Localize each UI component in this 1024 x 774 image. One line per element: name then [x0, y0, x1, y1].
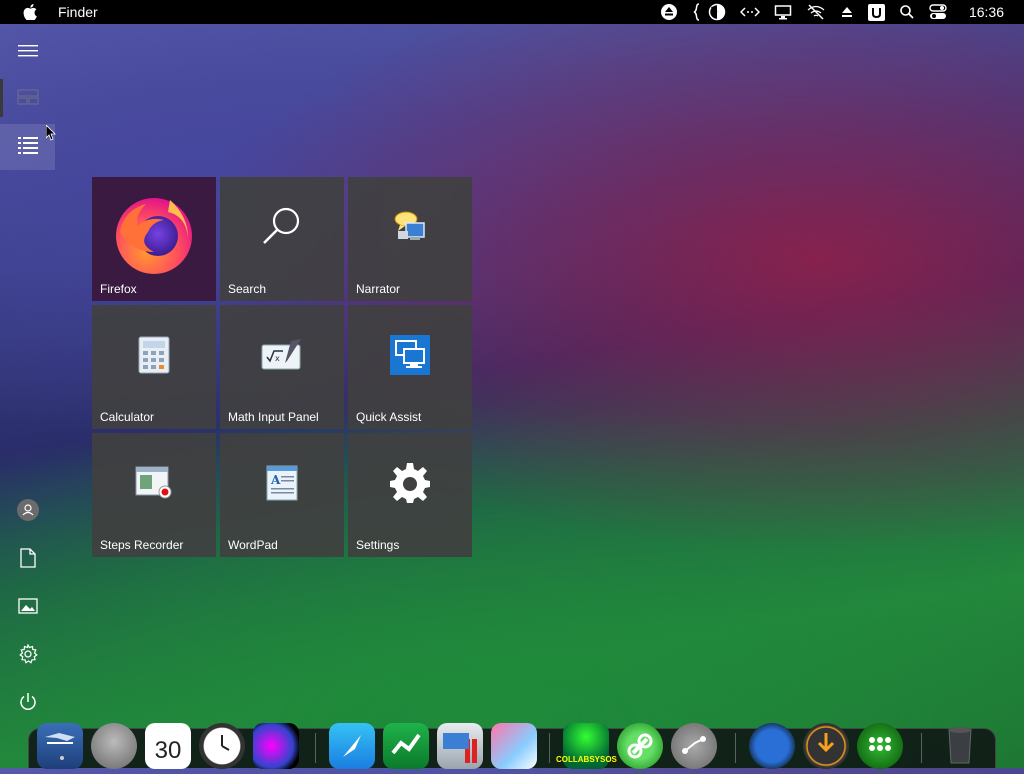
gear-icon — [348, 433, 472, 533]
tile-math-input-panel[interactable]: x Math Input Panel — [220, 305, 344, 429]
display-icon[interactable] — [774, 0, 792, 24]
u-icon[interactable] — [867, 0, 885, 24]
www-icon[interactable] — [749, 723, 795, 769]
clock-icon[interactable] — [199, 723, 245, 769]
tile-label: Firefox — [100, 282, 137, 296]
trash-icon[interactable] — [937, 723, 983, 769]
finder-icon[interactable] — [37, 723, 83, 769]
safari-icon[interactable] — [329, 723, 375, 769]
tile-search[interactable]: Search — [220, 177, 344, 301]
tile-narrator[interactable]: Narrator — [348, 177, 472, 301]
tile-label: Settings — [356, 538, 400, 552]
tile-label: Steps Recorder — [100, 538, 184, 552]
list-view-icon — [17, 136, 38, 159]
dock-separator — [735, 733, 736, 763]
search-icon[interactable] — [899, 0, 915, 24]
tiles-view-icon — [17, 88, 39, 110]
calendar-day: 30 — [154, 737, 182, 764]
tile-quick-assist[interactable]: Quick Assist — [348, 305, 472, 429]
code-arrows-icon[interactable] — [739, 0, 760, 24]
start-menu-rail — [0, 24, 56, 728]
menu-bar: Finder 16:36 — [0, 0, 1024, 24]
tile-calculator[interactable]: Calculator — [92, 305, 216, 429]
settings-icon — [18, 642, 38, 669]
pictures-button[interactable] — [0, 585, 56, 631]
flashcards-icon[interactable] — [437, 723, 483, 769]
active-app-name[interactable]: Finder — [58, 4, 98, 20]
calendar-icon[interactable]: 30 — [145, 723, 191, 769]
photo-editor-icon[interactable] — [491, 723, 537, 769]
dock-separator — [921, 733, 922, 763]
mouse-cursor-icon — [45, 124, 56, 146]
settings-button[interactable] — [0, 633, 56, 679]
dock-separator — [549, 733, 550, 763]
documents-icon — [20, 547, 36, 573]
tile-label: Math Input Panel — [228, 410, 319, 424]
tile-label: WordPad — [228, 538, 278, 552]
svg-text:A: A — [270, 473, 281, 487]
tile-settings[interactable]: Settings — [348, 433, 472, 557]
svg-text:x: x — [275, 354, 280, 363]
user-account-button[interactable] — [0, 489, 56, 535]
running-indicator — [60, 756, 64, 760]
narrator-icon — [348, 177, 472, 277]
control-center-icon[interactable] — [929, 0, 947, 24]
downloads-icon[interactable] — [803, 723, 849, 769]
wordpad-icon: A — [220, 433, 344, 533]
collabsysos-icon[interactable]: COLLABSYSOS — [556, 723, 617, 769]
no-wifi-icon[interactable] — [806, 0, 826, 24]
stock-app-icon[interactable] — [383, 723, 429, 769]
tile-label: Quick Assist — [356, 410, 422, 424]
user-avatar-icon — [17, 498, 39, 526]
menubar-clock[interactable]: 16:36 — [969, 4, 1004, 20]
pictures-icon — [18, 597, 38, 619]
tile-label: Narrator — [356, 282, 401, 296]
power-icon — [18, 692, 38, 717]
hamburger-menu-icon — [18, 44, 38, 63]
tiles-view-button[interactable] — [0, 76, 56, 122]
dock: 30 COLLABSYSOS — [28, 723, 996, 769]
script-icon[interactable] — [692, 0, 702, 24]
collabsysos-label: COLLABSYSOS — [556, 755, 617, 764]
documents-button[interactable] — [0, 537, 56, 583]
tile-label: Search — [228, 282, 267, 296]
quick-assist-icon — [348, 305, 472, 405]
link-app-icon[interactable] — [617, 723, 663, 769]
start-tiles-grid: Firefox Search Narrator Calculator x Mat… — [92, 177, 472, 557]
dots-app-icon[interactable] — [857, 723, 903, 769]
launchpad-icon[interactable] — [91, 723, 137, 769]
search-icon — [220, 177, 344, 277]
power-button[interactable] — [0, 681, 56, 727]
firefox-icon — [92, 177, 216, 287]
route-app-icon[interactable] — [671, 723, 717, 769]
dock-separator — [315, 733, 316, 763]
siri-icon[interactable] — [253, 723, 299, 769]
tile-label: Calculator — [100, 410, 155, 424]
upload-icon[interactable] — [840, 0, 854, 24]
hamburger-menu-button[interactable] — [0, 30, 56, 76]
math-input-icon: x — [220, 305, 344, 405]
tile-wordpad[interactable]: A WordPad — [220, 433, 344, 557]
tile-firefox[interactable]: Firefox — [92, 177, 216, 301]
eject-icon[interactable] — [660, 0, 678, 24]
calculator-icon — [92, 305, 216, 405]
tile-steps-recorder[interactable]: Steps Recorder — [92, 433, 216, 557]
half-moon-icon[interactable] — [708, 0, 726, 24]
steps-recorder-icon — [92, 433, 216, 533]
apple-menu-icon[interactable] — [22, 4, 38, 20]
